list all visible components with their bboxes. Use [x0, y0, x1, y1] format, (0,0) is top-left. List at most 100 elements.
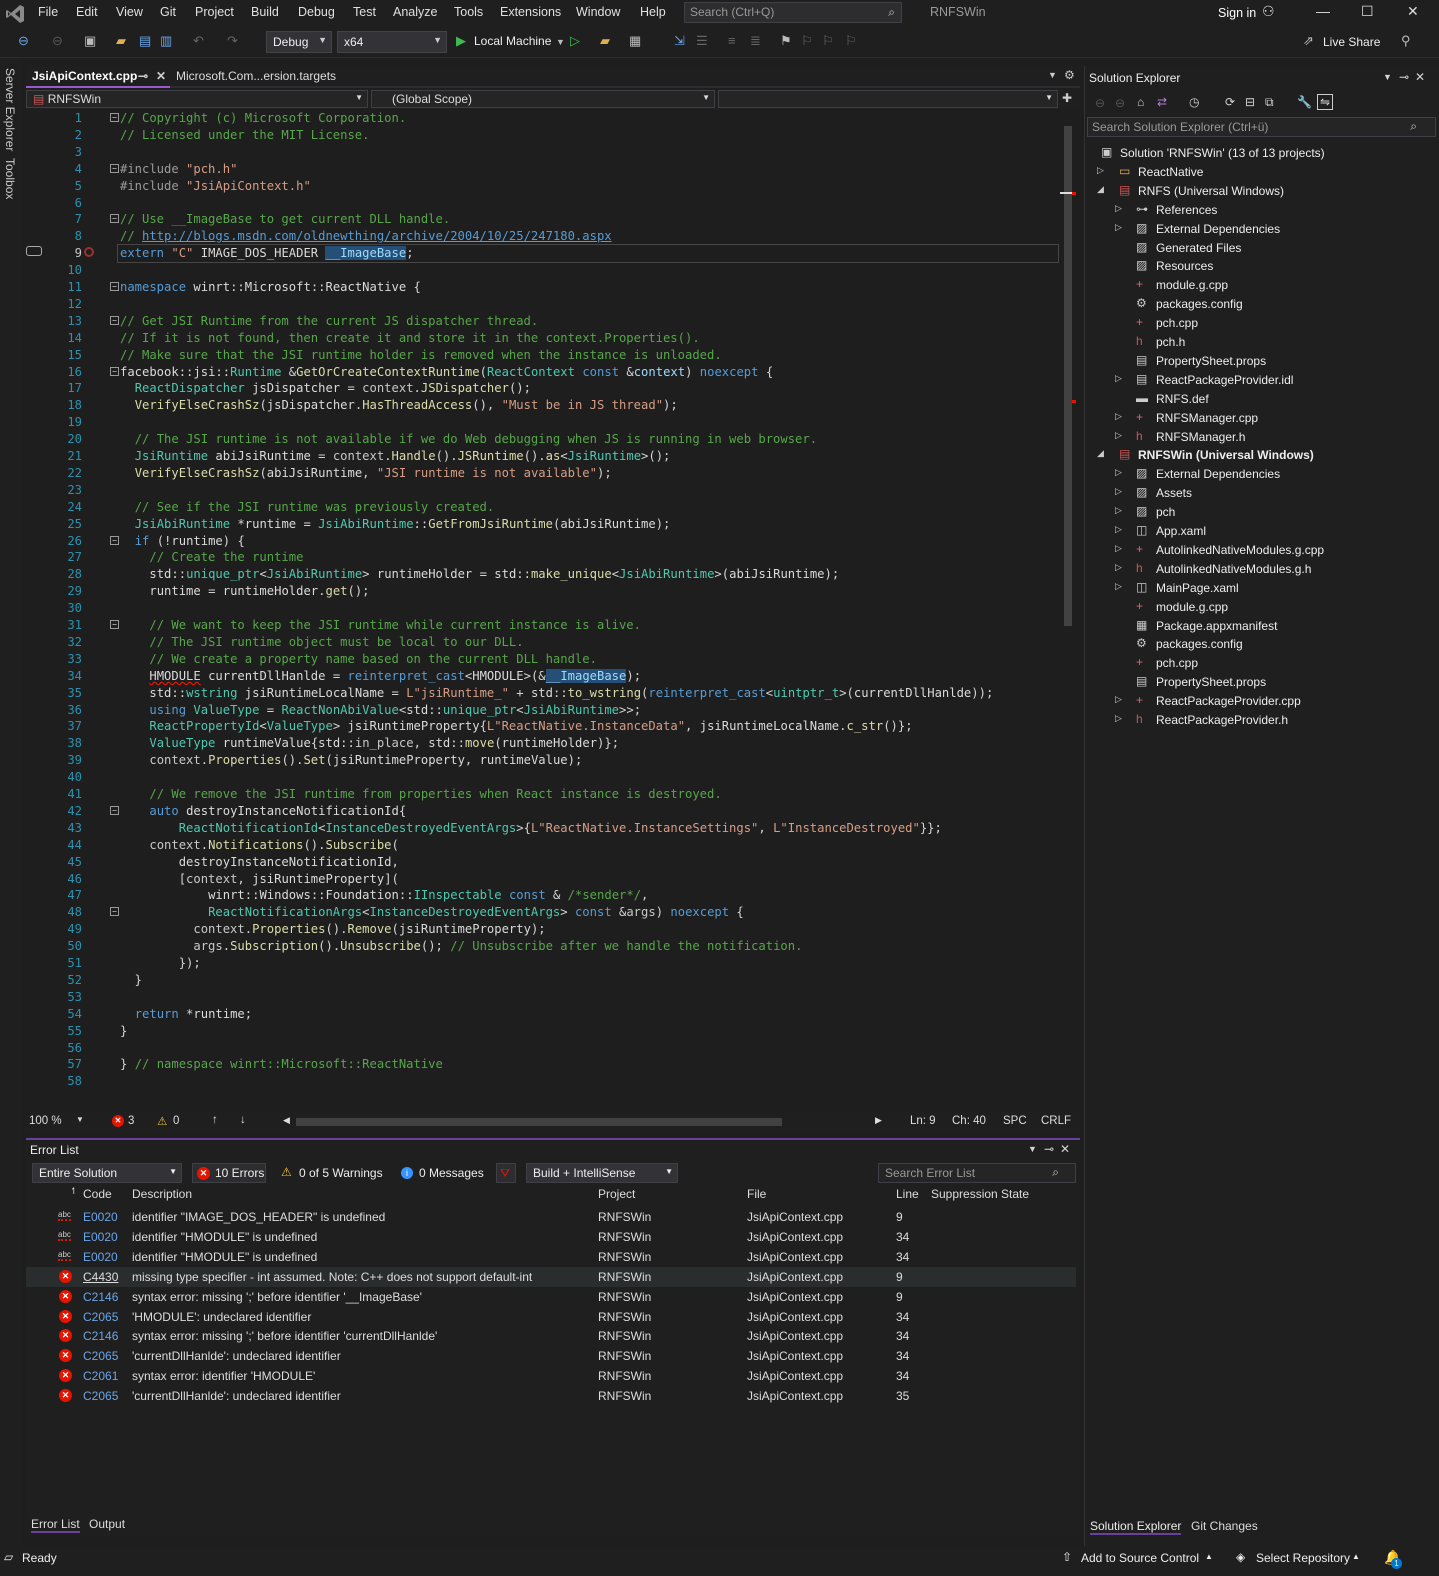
code-line[interactable]: 46 [context, jsiRuntimeProperty]( — [26, 871, 1074, 888]
solution-tree-item[interactable]: ⚙ packages.config — [1085, 635, 1435, 654]
open-folder-icon[interactable]: ▰ — [116, 33, 126, 49]
code-line[interactable]: 16 − facebook::jsi::Runtime &GetOrCreateCo… — [26, 364, 1074, 381]
code-line[interactable]: 23 — [26, 482, 1074, 499]
expand-arrow-icon[interactable]: ▷ — [1115, 430, 1122, 441]
solution-tree-item[interactable]: ▨ Generated Files — [1085, 239, 1435, 258]
pin-icon[interactable]: ⊸ — [1044, 1142, 1054, 1156]
chevron-down-icon[interactable]: ▼ — [1028, 1144, 1037, 1154]
code-line[interactable]: 54 return *runtime; — [26, 1006, 1074, 1023]
code-line[interactable]: 19 — [26, 414, 1074, 431]
error-row[interactable]: ✕ C2146 syntax error: missing ';' before i… — [26, 1287, 1076, 1307]
project-dropdown[interactable]: ▤ RNFSWin ▼ — [26, 90, 368, 108]
forward-icon[interactable]: ⊖ — [52, 33, 63, 49]
solution-tree-item[interactable]: ▷ ◫ MainPage.xaml — [1085, 579, 1435, 598]
horizontal-scrollbar-thumb[interactable] — [296, 1118, 782, 1126]
switch-views-icon[interactable]: ⇄ — [1157, 95, 1167, 109]
column-description[interactable]: Description — [132, 1187, 192, 1201]
code-line[interactable]: 14 // If it is not found, then create it … — [26, 330, 1074, 347]
expand-arrow-icon[interactable]: ▷ — [1115, 373, 1122, 384]
solution-tree-item[interactable]: ▷ ▭ ReactNative — [1085, 163, 1435, 182]
bookmark-icon[interactable]: ⚑ — [780, 33, 792, 49]
uncomment-icon[interactable]: ≣ — [750, 33, 761, 49]
error-row[interactable]: abc E0020 identifier "IMAGE_DOS_HEADER" is… — [26, 1207, 1076, 1227]
column-file[interactable]: File — [747, 1187, 766, 1201]
error-search-input[interactable]: Search Error List ⌕ — [878, 1163, 1076, 1183]
code-line[interactable]: 29 runtime = runtimeHolder.get(); — [26, 583, 1074, 600]
code-line[interactable]: 33 // We create a property name based on… — [26, 651, 1074, 668]
prev-bookmark-icon[interactable]: ⚐ — [801, 33, 813, 49]
split-window-icon[interactable]: ✚ — [1062, 91, 1072, 105]
fold-toggle-icon[interactable]: − — [110, 282, 119, 291]
code-line[interactable]: 48 − ReactNotificationArgs<InstanceDestro… — [26, 904, 1074, 921]
code-line[interactable]: 44 context.Notifications().Subscribe( — [26, 837, 1074, 854]
close-icon[interactable]: ✕ — [1060, 1142, 1070, 1156]
step-icon[interactable]: ⇲ — [674, 33, 685, 49]
code-line[interactable]: 47 winrt::Windows::Foundation::IInspecta… — [26, 887, 1074, 904]
feedback-icon[interactable]: ⚲ — [1401, 33, 1411, 49]
solution-tree-item[interactable]: ▣ Solution 'RNFSWin' (13 of 13 projects) — [1085, 144, 1435, 163]
scope-dropdown[interactable]: (Global Scope) ▼ — [371, 90, 715, 108]
fold-toggle-icon[interactable]: − — [110, 113, 119, 122]
expand-arrow-icon[interactable]: ▷ — [1115, 713, 1122, 724]
error-code[interactable]: C2146 — [83, 1329, 118, 1343]
add-to-source-control-button[interactable]: Add to Source Control — [1081, 1551, 1199, 1565]
error-code[interactable]: C2061 — [83, 1369, 118, 1383]
error-code[interactable]: C2065 — [83, 1310, 118, 1324]
fold-toggle-icon[interactable]: − — [110, 366, 119, 376]
platform-dropdown[interactable]: x64 ▼ — [337, 31, 447, 53]
menu-item-help[interactable]: Help — [640, 5, 666, 19]
close-icon[interactable]: ✕ — [1407, 3, 1419, 20]
collapse-arrow-icon[interactable]: ◢ — [1097, 448, 1104, 459]
code-line[interactable]: 18 VerifyElseCrashSz(jsDispatcher.HasThr… — [26, 397, 1074, 414]
tab-error-list[interactable]: Error List — [31, 1517, 80, 1533]
account-icon[interactable]: ⚇ — [1262, 3, 1275, 20]
fold-toggle-icon[interactable]: − — [110, 214, 119, 224]
solution-tree-item[interactable]: + module.g.cpp — [1085, 598, 1435, 617]
start-without-debug-icon[interactable]: ▷ — [570, 33, 580, 49]
code-line[interactable]: 38 ValueType runtimeValue{std::in_place,… — [26, 735, 1074, 752]
menu-item-edit[interactable]: Edit — [76, 5, 98, 19]
expand-arrow-icon[interactable]: ▷ — [1115, 505, 1122, 516]
expand-arrow-icon[interactable]: ▷ — [1115, 543, 1122, 554]
next-bookmark-icon[interactable]: ⚐ — [822, 33, 834, 49]
home-icon[interactable]: ⌂ — [1137, 95, 1144, 109]
code-line[interactable]: 6 — [26, 195, 1074, 212]
code-line[interactable]: 24 // See if the JSI runtime was previou… — [26, 499, 1074, 516]
code-line[interactable]: 26 − if (!runtime) { — [26, 533, 1074, 550]
code-line[interactable]: 21 JsiRuntime abiJsiRuntime = context.Ha… — [26, 448, 1074, 465]
pin-icon[interactable]: ⊸ — [138, 69, 148, 83]
prev-issue-icon[interactable]: ↑ — [212, 1114, 218, 1126]
menu-item-analyze[interactable]: Analyze — [393, 5, 437, 19]
solution-search-input[interactable]: Search Solution Explorer (Ctrl+ü) ⌕ — [1087, 117, 1436, 137]
error-code[interactable]: E0020 — [83, 1250, 118, 1264]
messages-filter-button[interactable]: i0 Messages — [392, 1163, 491, 1183]
expand-arrow-icon[interactable]: ▷ — [1115, 524, 1122, 535]
scrollbar-thumb[interactable] — [1064, 126, 1072, 626]
code-line[interactable]: 2 // Licensed under the MIT License. — [26, 127, 1074, 144]
code-line[interactable]: 53 — [26, 989, 1074, 1006]
preview-icon[interactable]: ⇋ — [1317, 94, 1334, 110]
solution-tree-item[interactable]: ▬ RNFS.def — [1085, 390, 1435, 409]
code-line[interactable]: 11 − namespace winrt::Microsoft::ReactNati… — [26, 279, 1074, 296]
code-line[interactable]: 36 using ValueType = ReactNonAbiValue<st… — [26, 702, 1074, 719]
error-row[interactable]: ✕ C2065 'HMODULE': undeclared identifier RN… — [26, 1307, 1076, 1327]
errors-filter-button[interactable]: ✕ 10 Errors — [192, 1163, 266, 1183]
filter-icon[interactable]: ⛛ — [496, 1163, 516, 1183]
solution-tree-item[interactable]: ▷ ▨ External Dependencies — [1085, 220, 1435, 239]
expand-arrow-icon[interactable]: ▷ — [1115, 411, 1122, 422]
solution-tree-item[interactable]: ▷ ▤ ReactPackageProvider.idl — [1085, 371, 1435, 390]
code-line[interactable]: 3 — [26, 144, 1074, 161]
format-icon[interactable]: ☰ — [696, 33, 708, 49]
save-all-icon[interactable]: ▥ — [160, 33, 172, 49]
error-row[interactable]: abc E0020 identifier "HMODULE" is undefine… — [26, 1247, 1076, 1267]
new-item-icon[interactable]: ▣ — [84, 33, 96, 49]
column-suppression-state[interactable]: Suppression State — [931, 1187, 1029, 1201]
tab-output[interactable]: Output — [89, 1517, 125, 1531]
solution-tree-item[interactable]: ▷ ▨ pch — [1085, 503, 1435, 522]
code-line[interactable]: 15 // Make sure that the JSI runtime hold… — [26, 347, 1074, 364]
error-code[interactable]: C2146 — [83, 1290, 118, 1304]
live-share-button[interactable]: Live Share — [1323, 35, 1380, 49]
scroll-left-icon[interactable]: ◀ — [283, 1115, 290, 1126]
menu-item-git[interactable]: Git — [160, 5, 176, 19]
editor-vertical-scrollbar[interactable] — [1060, 110, 1076, 1112]
